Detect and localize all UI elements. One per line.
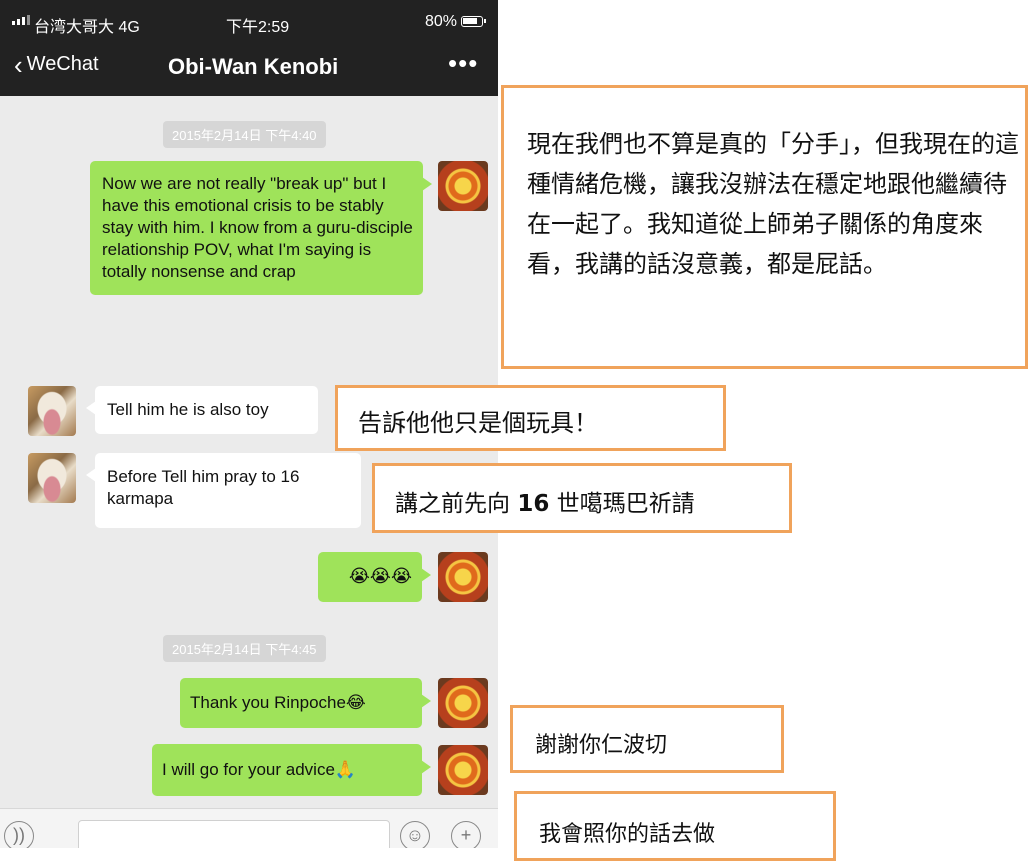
message-bubble-incoming[interactable]: Before Tell him pray to 16 karmapa: [86, 453, 361, 528]
translation-note-2: 告訴他他只是個玩具！: [335, 385, 726, 451]
self-avatar[interactable]: [438, 745, 488, 795]
translation-text: 我會照你的話去做: [539, 822, 716, 847]
translation-text-prefix: 講之前先向: [395, 491, 518, 517]
translation-text: 現在我們也不算是真的「分手」，但我現在的這種情緒危機，讓我沒辦法在穩定地跟他繼續…: [527, 130, 1019, 278]
translation-text-number: 16: [517, 491, 550, 517]
self-avatar[interactable]: [438, 678, 488, 728]
message-bubble-outgoing[interactable]: 😭😭😭: [318, 552, 431, 602]
translation-text: 謝謝你仁波切: [535, 733, 668, 758]
chevron-left-icon: ‹: [14, 49, 23, 80]
self-avatar[interactable]: [438, 161, 488, 211]
timestamp: 2015年2月14日 下午4:45: [163, 635, 326, 662]
back-button[interactable]: ‹ WeChat: [14, 49, 99, 80]
message-bubble-incoming[interactable]: Tell him he is also toy: [86, 386, 318, 434]
clock: 下午2:59: [226, 19, 290, 36]
message-input[interactable]: [78, 820, 390, 848]
back-label: WeChat: [26, 53, 99, 75]
chat-title: Obi-Wan Kenobi: [168, 54, 339, 79]
more-options-button[interactable]: •••: [448, 48, 478, 79]
plus-icon[interactable]: +: [451, 821, 481, 848]
battery-percent: 80%: [425, 13, 458, 30]
signal-icon: [12, 15, 30, 25]
translation-note-4: 謝謝你仁波切: [510, 705, 784, 773]
self-avatar[interactable]: [438, 552, 488, 602]
translation-text: 告訴他他只是個玩具！: [358, 409, 598, 437]
message-bubble-outgoing[interactable]: I will go for your advice🙏: [152, 744, 431, 796]
carrier-label: 台湾大哥大 4G: [34, 19, 140, 36]
message-input-bar: )) ☺ +: [0, 808, 498, 848]
status-bar: 台湾大哥大 4G 下午2:59 80%: [0, 0, 498, 40]
battery-icon: [461, 16, 486, 27]
message-bubble-outgoing[interactable]: Now we are not really "break up" but I h…: [90, 161, 432, 295]
translation-note-3: 講之前先向 16 世噶瑪巴祈請: [372, 463, 792, 533]
voice-icon[interactable]: )): [4, 821, 34, 848]
contact-avatar[interactable]: [28, 386, 76, 436]
contact-avatar[interactable]: [28, 453, 76, 503]
translation-note-1: 現在我們也不算是真的「分手」，但我現在的這種情緒危機，讓我沒辦法在穩定地跟他繼續…: [501, 85, 1028, 369]
translation-text-suffix: 世噶瑪巴祈請: [549, 491, 695, 517]
timestamp: 2015年2月14日 下午4:40: [163, 121, 326, 148]
emoji-icon[interactable]: ☺: [400, 821, 430, 848]
message-bubble-outgoing[interactable]: Thank you Rinpoche😂: [180, 678, 431, 728]
nav-bar: ‹ WeChat Obi-Wan Kenobi •••: [0, 40, 498, 96]
translation-note-5: 我會照你的話去做: [514, 791, 836, 861]
